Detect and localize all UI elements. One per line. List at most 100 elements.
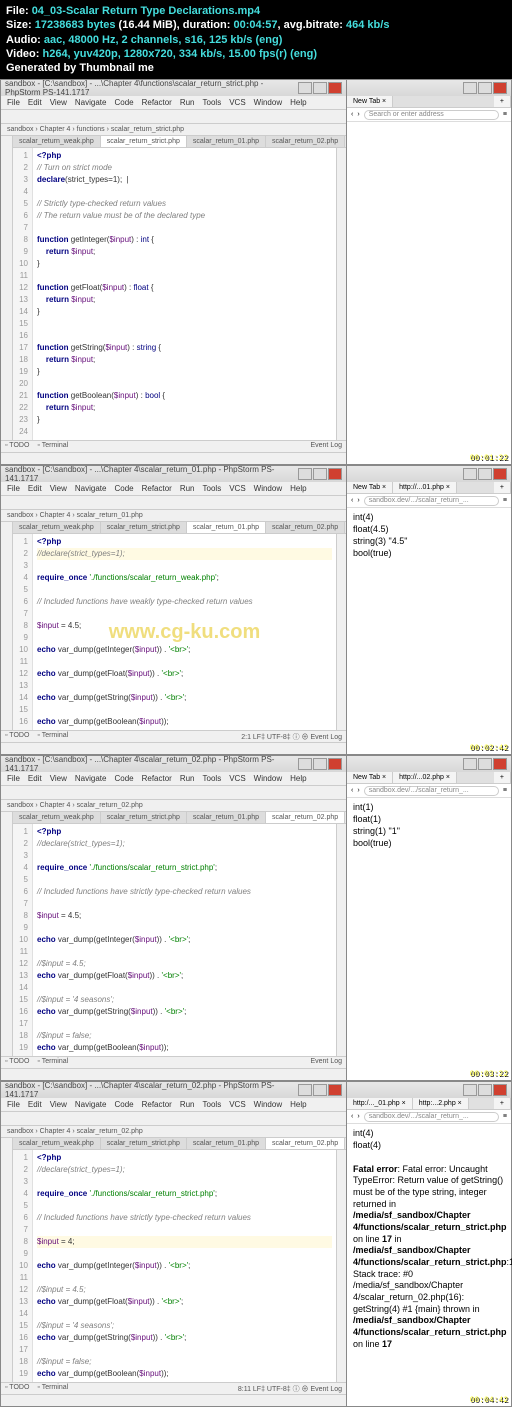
editor-tab[interactable]: scalar_return_strict.php: [101, 812, 187, 823]
browser-viewport[interactable]: int(4)float(4)Fatal error: Fatal error: …: [347, 1124, 511, 1354]
menu-run[interactable]: Run: [180, 484, 195, 493]
menu-view[interactable]: View: [50, 484, 67, 493]
forward-button[interactable]: ›: [357, 1113, 359, 1120]
menu-help[interactable]: Help: [290, 98, 306, 107]
editor-tab[interactable]: scalar_return_02.php: [266, 136, 345, 147]
editor-tab[interactable]: scalar_return_02.php: [266, 812, 345, 823]
menu-file[interactable]: File: [7, 1100, 20, 1109]
editor-tab[interactable]: scalar_return_strict.php: [101, 136, 187, 147]
menu-code[interactable]: Code: [114, 774, 133, 783]
breadcrumb[interactable]: sandbox › Chapter 4 › functions › scalar…: [1, 124, 346, 136]
menu-window[interactable]: Window: [254, 774, 282, 783]
menu-navigate[interactable]: Navigate: [75, 1100, 107, 1109]
menu-icon[interactable]: ≡: [503, 111, 507, 118]
code-editor[interactable]: 12345678910111213141516171819 <?php//dec…: [13, 824, 346, 1056]
editor-tab[interactable]: scalar_return_01.php: [187, 812, 266, 823]
forward-button[interactable]: ›: [357, 111, 359, 118]
menu-code[interactable]: Code: [114, 484, 133, 493]
minimize-button[interactable]: [298, 82, 312, 94]
breadcrumb[interactable]: sandbox › Chapter 4 › scalar_return_02.p…: [1, 1126, 346, 1138]
menu-tools[interactable]: Tools: [203, 774, 222, 783]
menu-edit[interactable]: Edit: [28, 484, 42, 493]
menu-refactor[interactable]: Refactor: [142, 98, 172, 107]
maximize-button[interactable]: [478, 82, 492, 94]
maximize-button[interactable]: [313, 1084, 327, 1096]
menu-code[interactable]: Code: [114, 98, 133, 107]
new-tab-button[interactable]: +: [494, 1098, 511, 1109]
browser-tab[interactable]: http:...2.php ×: [413, 1098, 469, 1109]
maximize-button[interactable]: [478, 758, 492, 770]
editor-tab[interactable]: scalar_return_01.php: [187, 1138, 266, 1149]
close-button[interactable]: [328, 758, 342, 770]
menu-run[interactable]: Run: [180, 98, 195, 107]
menu-run[interactable]: Run: [180, 1100, 195, 1109]
code-area[interactable]: <?php//declare(strict_types=1); require_…: [33, 1150, 336, 1382]
close-button[interactable]: [493, 82, 507, 94]
minimize-button[interactable]: [463, 758, 477, 770]
editor-tab[interactable]: scalar_return_01.php: [187, 136, 266, 147]
breadcrumb[interactable]: sandbox › Chapter 4 › scalar_return_01.p…: [1, 510, 346, 522]
left-gutter[interactable]: [1, 1138, 13, 1382]
menu-file[interactable]: File: [7, 774, 20, 783]
editor-tab[interactable]: scalar_return_01.php: [187, 522, 266, 533]
minimize-button[interactable]: [463, 1084, 477, 1096]
tool-window-todo[interactable]: ▫ TODO: [5, 1058, 29, 1067]
browser-tab[interactable]: New Tab ×: [347, 482, 393, 493]
left-gutter[interactable]: [1, 522, 13, 730]
menu-icon[interactable]: ≡: [503, 497, 507, 504]
code-editor[interactable]: 123456789101112131415161718192021222324 …: [13, 148, 346, 440]
tool-window-terminal[interactable]: ▫ Terminal: [37, 1384, 68, 1393]
back-button[interactable]: ‹: [351, 111, 353, 118]
left-gutter[interactable]: [1, 136, 13, 440]
code-area[interactable]: <?php//declare(strict_types=1); require_…: [33, 824, 336, 1056]
new-tab-button[interactable]: +: [494, 482, 511, 493]
address-input[interactable]: sandbox.dev/.../scalar_return_...: [364, 1112, 499, 1122]
menu-tools[interactable]: Tools: [203, 484, 222, 493]
menu-vcs[interactable]: VCS: [229, 1100, 245, 1109]
menu-refactor[interactable]: Refactor: [142, 1100, 172, 1109]
breadcrumb[interactable]: sandbox › Chapter 4 › scalar_return_02.p…: [1, 800, 346, 812]
maximize-button[interactable]: [313, 758, 327, 770]
event-log-link[interactable]: 2:1 LF‡ UTF-8‡ ⓘ ⊕ Event Log: [241, 732, 342, 741]
menu-window[interactable]: Window: [254, 1100, 282, 1109]
menu-edit[interactable]: Edit: [28, 98, 42, 107]
browser-tab[interactable]: http://...01.php ×: [393, 482, 457, 493]
browser-viewport[interactable]: int(1)float(1)string(1) "1"bool(true): [347, 798, 511, 898]
code-area[interactable]: <?php// Turn on strict modedeclare(stric…: [33, 148, 336, 440]
browser-tab[interactable]: http:/..._01.php ×: [347, 1098, 413, 1109]
menu-tools[interactable]: Tools: [203, 1100, 222, 1109]
menu-vcs[interactable]: VCS: [229, 484, 245, 493]
tool-window-terminal[interactable]: ▫ Terminal: [37, 442, 68, 451]
menu-help[interactable]: Help: [290, 1100, 306, 1109]
menu-run[interactable]: Run: [180, 774, 195, 783]
editor-tab[interactable]: scalar_return_strict.php: [101, 1138, 187, 1149]
editor-tab[interactable]: scalar_return_02.php: [266, 1138, 345, 1149]
editor-tab[interactable]: scalar_return_02.php: [266, 522, 345, 533]
close-button[interactable]: [328, 1084, 342, 1096]
menu-navigate[interactable]: Navigate: [75, 774, 107, 783]
menu-help[interactable]: Help: [290, 774, 306, 783]
editor-tab[interactable]: scalar_return_weak.php: [13, 136, 101, 147]
menu-edit[interactable]: Edit: [28, 1100, 42, 1109]
event-log-link[interactable]: Event Log: [310, 1058, 342, 1067]
tool-window-terminal[interactable]: ▫ Terminal: [37, 732, 68, 741]
back-button[interactable]: ‹: [351, 497, 353, 504]
tool-window-terminal[interactable]: ▫ Terminal: [37, 1058, 68, 1067]
browser-tab[interactable]: New Tab ×: [347, 96, 393, 107]
minimize-button[interactable]: [298, 1084, 312, 1096]
maximize-button[interactable]: [313, 82, 327, 94]
event-log-link[interactable]: 8:11 LF‡ UTF-8‡ ⓘ ⊕ Event Log: [238, 1384, 342, 1393]
code-editor[interactable]: 12345678910111213141516 <?php//declare(s…: [13, 534, 346, 730]
menu-navigate[interactable]: Navigate: [75, 98, 107, 107]
close-button[interactable]: [328, 82, 342, 94]
editor-tab[interactable]: scalar_return_strict.php: [101, 522, 187, 533]
back-button[interactable]: ‹: [351, 787, 353, 794]
minimize-button[interactable]: [463, 468, 477, 480]
editor-tab[interactable]: scalar_return_weak.php: [13, 1138, 101, 1149]
maximize-button[interactable]: [313, 468, 327, 480]
browser-viewport[interactable]: int(4)float(4.5)string(3) "4.5"bool(true…: [347, 508, 511, 608]
menu-vcs[interactable]: VCS: [229, 98, 245, 107]
close-button[interactable]: [328, 468, 342, 480]
menu-navigate[interactable]: Navigate: [75, 484, 107, 493]
close-button[interactable]: [493, 1084, 507, 1096]
